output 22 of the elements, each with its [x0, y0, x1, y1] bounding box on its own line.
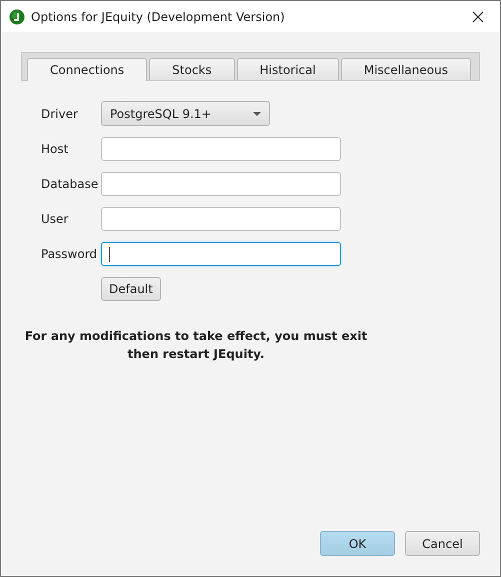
tab[interactable]: Connections: [27, 58, 148, 81]
field-label: User: [41, 212, 70, 226]
tab[interactable]: Historical: [236, 58, 339, 80]
default-button[interactable]: Default: [101, 277, 161, 301]
cancel-button[interactable]: Cancel: [405, 531, 480, 556]
input-field[interactable]: [101, 207, 341, 231]
field-label: Driver: [41, 106, 79, 120]
field-label: Database: [41, 177, 100, 191]
input-field[interactable]: [101, 137, 341, 161]
field-label: Password: [41, 247, 98, 261]
info-message: For any modifications to take effect, you must exit then restart JEquity.: [24, 328, 368, 363]
input-field[interactable]: [101, 242, 341, 266]
field-label: Host: [41, 142, 70, 156]
driver-dropdown[interactable]: PostgreSQL 9.1+: [101, 101, 270, 126]
app-icon: [9, 8, 25, 24]
tab[interactable]: Miscellaneous: [340, 58, 471, 80]
close-icon[interactable]: [472, 10, 484, 22]
ok-button[interactable]: OK: [320, 531, 395, 556]
window-title: Options for JEquity (Development Version): [31, 10, 286, 24]
input-field[interactable]: [101, 172, 341, 196]
caret-icon: [253, 112, 261, 116]
tab[interactable]: Stocks: [149, 58, 235, 80]
